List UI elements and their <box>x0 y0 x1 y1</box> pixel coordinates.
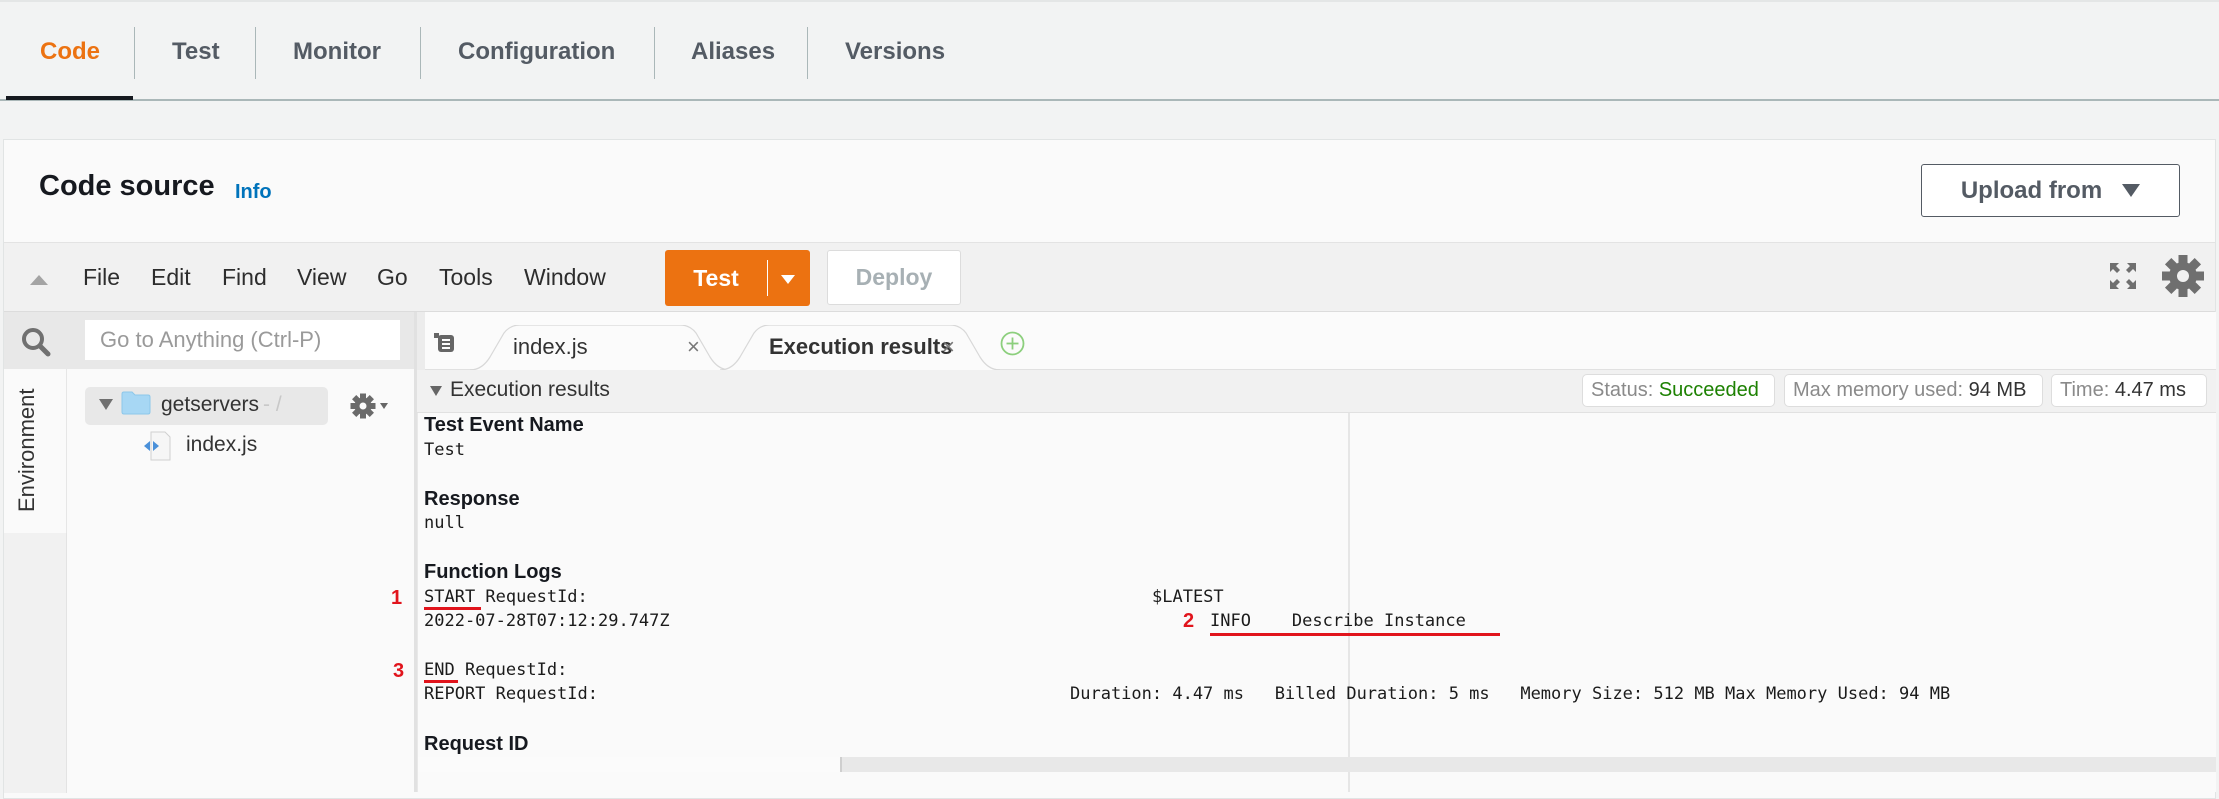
time-label: Time: <box>2060 379 2110 401</box>
tab-separator <box>654 27 655 79</box>
split-divider <box>767 260 768 296</box>
tab-monitor[interactable]: Monitor <box>293 32 381 80</box>
editor-tab-index-js[interactable]: index.js × <box>470 325 730 370</box>
fullscreen-icon[interactable] <box>2108 261 2138 291</box>
environment-label[interactable]: Environment <box>14 388 40 512</box>
response-value: null <box>424 513 465 533</box>
menu-view[interactable]: View <box>297 264 346 291</box>
tab-test[interactable]: Test <box>172 32 220 80</box>
tab-separator <box>807 27 808 79</box>
request-id-heading: Request ID <box>424 733 529 755</box>
tree-settings-caret-icon[interactable] <box>380 403 388 409</box>
start-version: $LATEST <box>1152 587 1224 607</box>
test-event-name-value: Test <box>424 440 465 460</box>
tree-settings-gear-icon[interactable] <box>350 393 376 419</box>
folder-icon <box>121 391 151 415</box>
tab-aliases[interactable]: Aliases <box>691 32 775 80</box>
caret-down-icon <box>2122 184 2141 197</box>
test-event-name-heading: Test Event Name <box>424 414 584 436</box>
test-split-button: Test <box>665 250 810 306</box>
collapse-caret-icon[interactable] <box>430 386 442 396</box>
tree-file-index-js[interactable]: index.js <box>186 433 257 457</box>
status-value: Succeeded <box>1658 379 1759 401</box>
tab-list-icon[interactable] <box>434 333 456 353</box>
menu-tools[interactable]: Tools <box>439 264 493 291</box>
annotation-underline-start <box>424 607 481 610</box>
start-keyword: START <box>424 587 476 607</box>
test-dropdown-icon[interactable] <box>781 275 795 284</box>
menu-window[interactable]: Window <box>524 264 606 291</box>
search-icon[interactable] <box>20 326 52 358</box>
gutter-border <box>417 413 418 792</box>
top-tab-bar: Code Test Monitor Configuration Aliases … <box>0 0 2219 101</box>
log-line-timestamp: 2022-07-28T07:12:29.747Z <box>424 611 670 631</box>
horizontal-scrollbar-thumb[interactable] <box>418 757 842 772</box>
menu-go[interactable]: Go <box>377 264 408 291</box>
end-request-id: RequestId: <box>454 660 568 680</box>
log-line-report: REPORT RequestId: <box>424 684 598 704</box>
log-line-end: END RequestId: <box>424 660 567 680</box>
memory-label: Max memory used: <box>1793 379 1964 401</box>
end-keyword: END <box>424 660 455 680</box>
execution-results-title[interactable]: Execution results <box>450 378 610 402</box>
tab-bar-edge <box>417 312 425 370</box>
status-badge: Status: Succeeded <box>1582 374 1775 407</box>
info-link[interactable]: Info <box>235 181 272 204</box>
editor-tab-execution-results[interactable]: Execution results × <box>720 325 1000 370</box>
tab-label: Execution results <box>769 334 953 359</box>
active-tab-indicator <box>6 96 133 100</box>
annotation-3: 3 <box>393 660 405 682</box>
upload-from-label: Upload from <box>1960 176 2103 204</box>
log-line-info: INFO Describe Instance <box>1210 611 1466 631</box>
expand-caret-icon[interactable] <box>99 399 113 410</box>
close-tab-icon[interactable]: × <box>687 334 700 360</box>
sidebar-strip <box>4 533 67 793</box>
annotation-underline-end <box>424 680 458 683</box>
js-file-icon <box>144 431 171 461</box>
tree-root-path: - / <box>263 393 282 416</box>
upload-from-button[interactable]: Upload from <box>1921 164 2180 217</box>
annotation-1: 1 <box>391 587 403 609</box>
deploy-button[interactable]: Deploy <box>827 250 961 305</box>
settings-gear-icon[interactable] <box>2162 255 2204 297</box>
log-line-start: START RequestId: <box>424 587 588 607</box>
memory-value: 94 MB <box>1968 379 2027 401</box>
execution-results-content <box>417 413 2216 792</box>
start-request-id: RequestId: <box>475 587 588 607</box>
tab-versions[interactable]: Versions <box>845 32 945 80</box>
goto-anything-input[interactable] <box>85 320 400 360</box>
menu-file[interactable]: File <box>83 264 120 291</box>
test-button[interactable]: Test <box>665 250 767 306</box>
close-tab-icon[interactable]: × <box>942 334 955 360</box>
panel-title: Code source <box>39 170 215 202</box>
menu-edit[interactable]: Edit <box>151 264 191 291</box>
max-memory-badge: Max memory used: 94 MB <box>1784 374 2043 407</box>
annotation-underline-info <box>1210 633 1500 636</box>
report-metrics: Duration: 4.47 ms Billed Duration: 5 ms … <box>1070 684 1951 704</box>
tab-configuration[interactable]: Configuration <box>458 32 615 80</box>
menu-find[interactable]: Find <box>222 264 267 291</box>
print-margin-line <box>1348 413 1350 792</box>
tab-label: index.js <box>513 334 588 359</box>
annotation-2: 2 <box>1183 610 1195 632</box>
function-logs-heading: Function Logs <box>424 561 562 583</box>
add-tab-icon[interactable] <box>1000 331 1025 356</box>
status-label: Status: <box>1591 379 1654 401</box>
tab-code[interactable]: Code <box>40 32 100 80</box>
collapse-up-icon[interactable] <box>30 275 48 285</box>
response-heading: Response <box>424 488 520 510</box>
tab-separator <box>420 27 421 79</box>
tab-separator <box>255 27 256 79</box>
tree-root-name[interactable]: getservers <box>161 393 259 417</box>
tab-separator <box>134 27 135 79</box>
time-value: 4.47 ms <box>2114 379 2186 401</box>
time-badge: Time: 4.47 ms <box>2051 374 2207 407</box>
